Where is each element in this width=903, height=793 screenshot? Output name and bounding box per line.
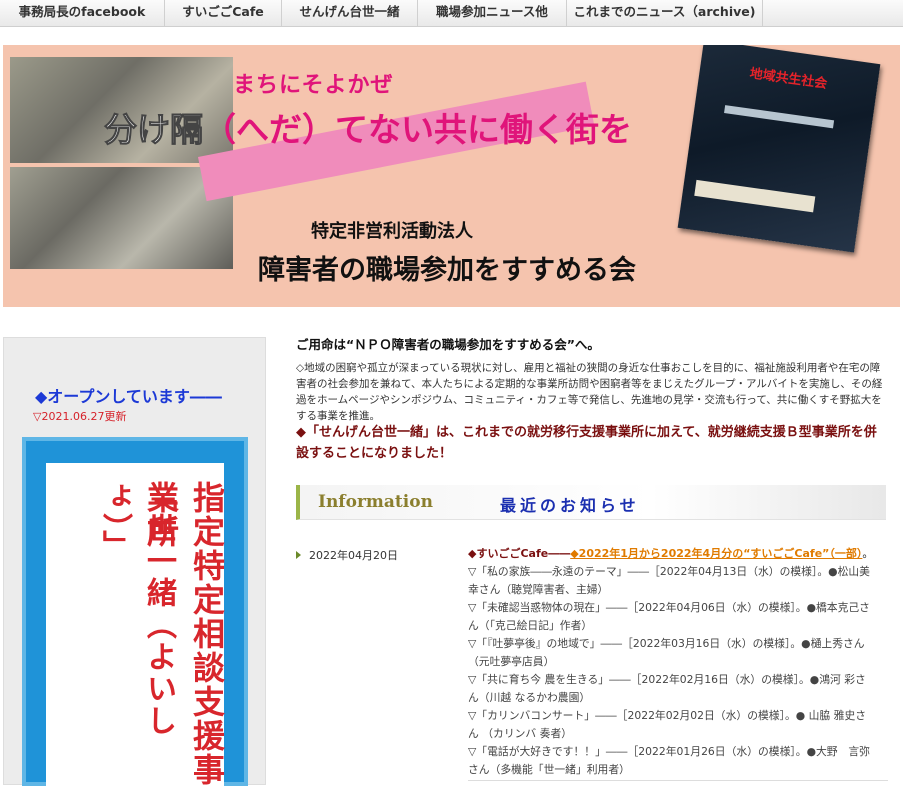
banner-tagline: まちにそよかぜ <box>233 72 394 98</box>
banner-npo-label: 特定非営利活動法人 <box>311 221 473 242</box>
news-list: ▽「私の家族――永遠のテーマ」――［2022年04月13日（水）の模様］。●松山… <box>468 563 872 779</box>
news-item[interactable]: ▽「未確認当惑物体の現在」――［2022年04月06日（水）の模様］。●橋本克己… <box>468 599 872 635</box>
news-item[interactable]: ▽「カリンバコンサート」――［2022年02月02日（水）の模様］。● 山脇 雅… <box>468 707 872 743</box>
nav-facebook[interactable]: 事務局長のfacebook <box>0 0 165 26</box>
news-heading: ◆すいごごCafe――◆2022年1月から2022年4月分の“すいごごCafe”… <box>468 545 873 561</box>
poster-title: 地域共生社会 <box>748 66 829 93</box>
announcement: ◆「せんげん台世一緒」は、これまでの就労移行支援事業所に加えて、就労継続支援Ｂ型… <box>296 425 877 461</box>
banner-headline-rest: （へだ）てない共に働く街を <box>203 110 632 149</box>
open-date: ▽2021.06.27更新 <box>33 410 127 423</box>
information-header: Information 最近のお知らせ <box>296 485 886 520</box>
top-nav: 事務局長のfacebook すいごごCafe せんげん台世一緒 職場参加ニュース… <box>0 0 903 27</box>
news-heading-end: 。 <box>862 547 874 560</box>
triangle-bullet-icon <box>296 551 301 559</box>
office-sign[interactable]: 指定特定相談支援事業所 「世一緒（よいしょ）」 <box>22 437 248 793</box>
news-heading-category: ◆すいごごCafe―― <box>468 547 571 560</box>
news-date: 2022年04月20日 <box>309 549 398 562</box>
nav-sengendai-yoisho[interactable]: せんげん台世一緒 <box>282 0 418 26</box>
description: ◇地域の困窮や孤立が深まっている現状に対し、雇用と福祉の狭間の身近な仕事おこしを… <box>296 362 883 422</box>
poster-label <box>694 179 816 213</box>
banner-headline-mark: 分け隔 <box>104 110 204 150</box>
news-heading-link[interactable]: ◆2022年1月から2022年4月分の“すいごごCafe”（一部） <box>570 547 862 560</box>
banner-headline: 分け隔（へだ）てない共に働く街を <box>104 103 633 151</box>
open-title: ◆オープンしています―― <box>35 387 222 406</box>
news-item[interactable]: ▽「電話が大好きです！！」――［2022年01月26日（水）の模様］。●大野 言… <box>468 743 872 779</box>
nav-workplace-news[interactable]: 職場参加ニュース他 <box>418 0 567 26</box>
nav-suigogo-cafe[interactable]: すいごごCafe <box>165 0 282 26</box>
banner-org-name: 障害者の職場参加をすすめる会 <box>258 255 636 286</box>
information-title-en: Information <box>318 492 433 512</box>
sign-office-name: 「世一緒（よいしょ）」 <box>97 481 176 737</box>
news-item[interactable]: ▽「『吐夢亭後』の地域で」――［2022年03月16日（水）の模様］。●樋上秀さ… <box>468 635 872 671</box>
information-title-jp: 最近のお知らせ <box>500 496 640 515</box>
nav-news-archive[interactable]: これまでのニュース（archive) <box>567 0 763 26</box>
sidebar: ◆オープンしています―― ▽2021.06.27更新 指定特定相談支援事業所 「… <box>3 337 266 793</box>
news-item[interactable]: ▽「共に育ち今 農を生きる」――［2022年02月16日（水）の模様］。●鴻河 … <box>468 671 872 707</box>
news-item[interactable]: ▽「私の家族――永遠のテーマ」――［2022年04月13日（水）の模様］。●松山… <box>468 563 872 599</box>
header-banner: まちにそよかぜ 分け隔（へだ）てない共に働く街を 特定非営利活動法人 障害者の職… <box>3 45 900 307</box>
poster-strip <box>724 105 835 129</box>
office-sign-inner: 指定特定相談支援事業所 「世一緒（よいしょ）」 <box>46 463 226 793</box>
banner-poster: 地域共生社会 <box>677 45 881 253</box>
banner-photo-bottom <box>10 167 233 269</box>
mission-line: ご用命は“ＮＰＯ障害者の職場参加をすすめる会”へ。 <box>296 337 600 352</box>
divider <box>468 780 888 781</box>
